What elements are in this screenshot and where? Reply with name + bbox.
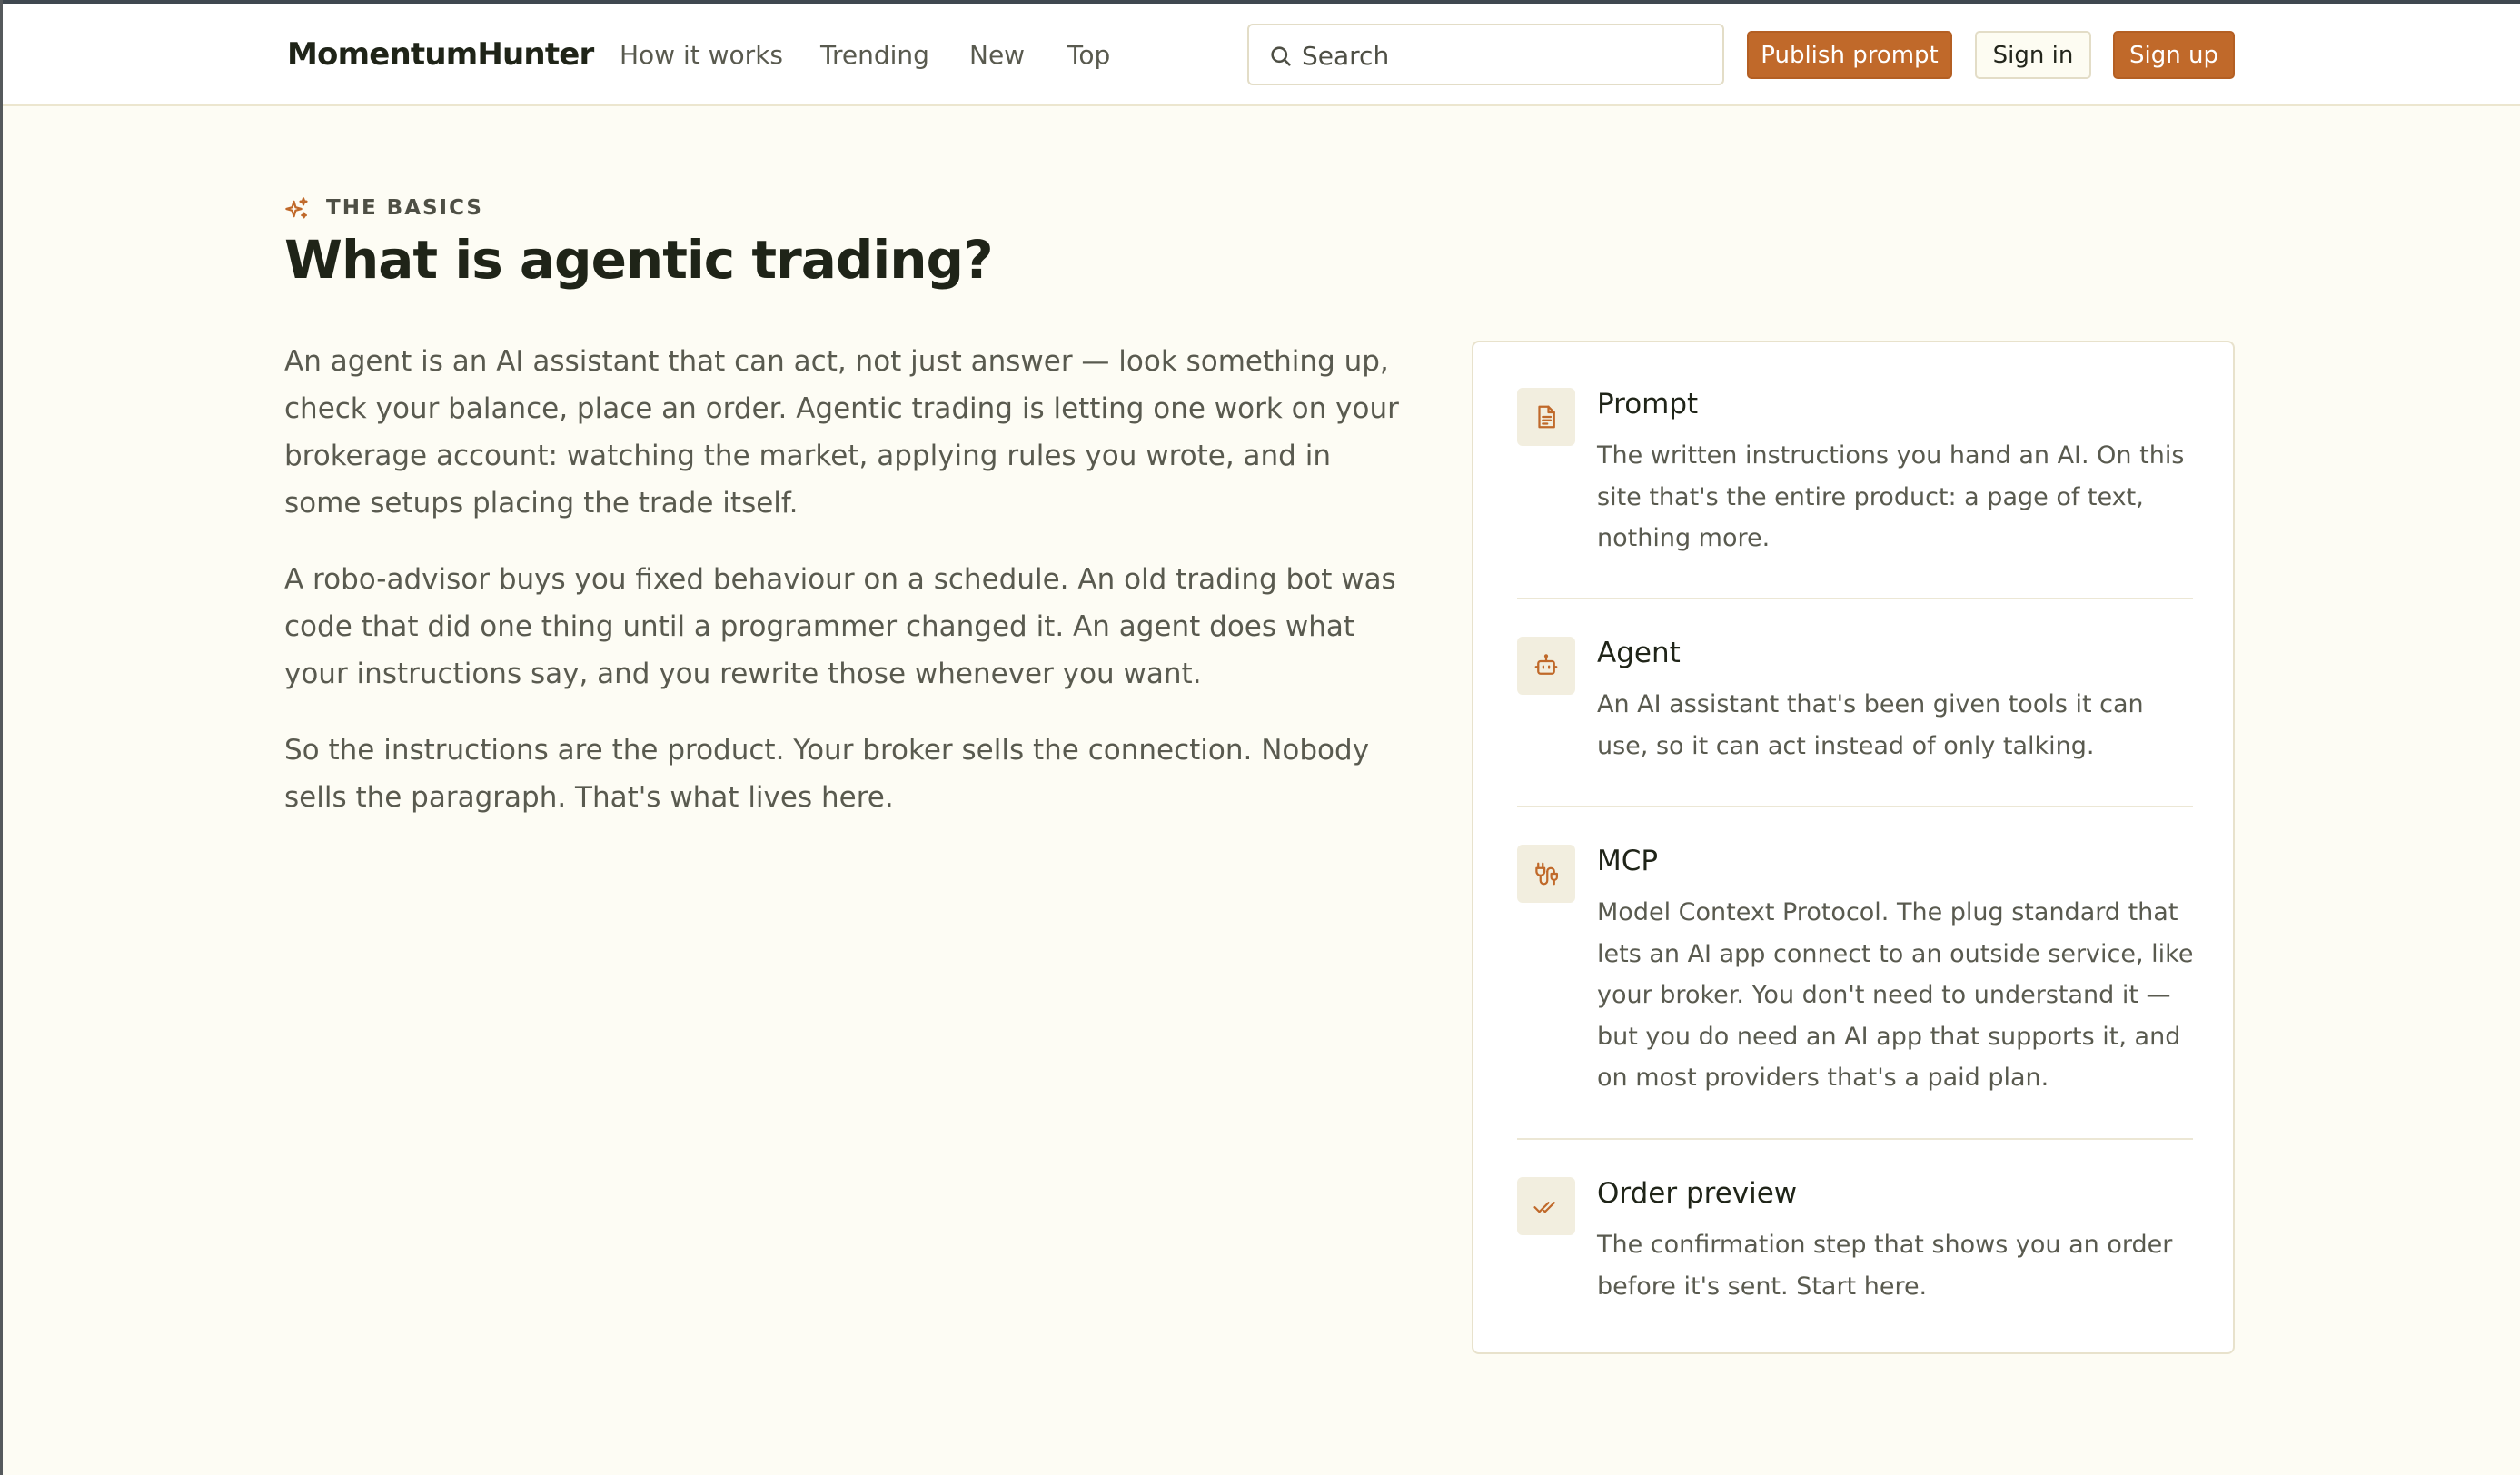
- intro-paragraph: A robo-advisor buys you fixed behaviour …: [284, 563, 1396, 690]
- search-placeholder: Search: [1302, 41, 1390, 71]
- plug-icon: [1517, 845, 1575, 903]
- glossary-item-agent: Agent An AI assistant that's been given …: [1517, 637, 2193, 764]
- brand-logo[interactable]: MomentumHunter: [287, 36, 594, 73]
- divider: [1517, 598, 2193, 599]
- glossary-definition: Model Context Protocol. The plug standar…: [1597, 898, 2194, 1092]
- intro-paragraph: So the instructions are the product. You…: [284, 734, 1370, 814]
- page-title: What is agentic trading?: [284, 229, 994, 291]
- glossary-item-order-preview: Order preview The confirmation step that…: [1517, 1177, 2193, 1313]
- glossary-term: MCP: [1597, 845, 1659, 877]
- divider: [1517, 806, 2193, 807]
- double-check-icon: [1517, 1177, 1575, 1235]
- section-eyebrow: THE BASICS: [326, 196, 483, 220]
- nav-how-it-works[interactable]: How it works: [620, 40, 783, 70]
- document-icon: [1517, 388, 1575, 446]
- glossary-term: Order preview: [1597, 1177, 1798, 1210]
- nav-top[interactable]: Top: [1067, 40, 1110, 70]
- glossary-term: Prompt: [1597, 388, 1699, 421]
- intro-paragraph: An agent is an AI assistant that can act…: [284, 345, 1399, 520]
- sign-in-button[interactable]: Sign in: [1975, 31, 2091, 79]
- glossary-definition: The confirmation step that shows you an …: [1597, 1231, 2173, 1301]
- glossary-item-mcp: MCP Model Context Protocol. The plug sta…: [1517, 845, 2193, 1099]
- divider: [1517, 1138, 2193, 1140]
- sparkles-icon: [285, 197, 308, 219]
- publish-prompt-button[interactable]: Publish prompt: [1747, 31, 1952, 79]
- glossary-term: Agent: [1597, 637, 1681, 669]
- window-left-edge: [0, 0, 3, 1475]
- nav-new[interactable]: New: [969, 40, 1025, 70]
- glossary-card: Prompt The written instructions you hand…: [1472, 341, 2235, 1354]
- robot-icon: [1517, 637, 1575, 695]
- search-input[interactable]: Search: [1247, 24, 1724, 85]
- search-icon: [1271, 46, 1291, 66]
- glossary-item-prompt: Prompt The written instructions you hand…: [1517, 388, 2193, 560]
- sign-up-button[interactable]: Sign up: [2113, 31, 2235, 79]
- nav-trending[interactable]: Trending: [820, 40, 929, 70]
- glossary-definition: An AI assistant that's been given tools …: [1597, 690, 2144, 760]
- site-header: MomentumHunter How it works Trending New…: [3, 4, 2520, 106]
- intro-text: An agent is an AI assistant that can act…: [284, 338, 1402, 850]
- glossary-definition: The written instructions you hand an AI.…: [1597, 441, 2185, 552]
